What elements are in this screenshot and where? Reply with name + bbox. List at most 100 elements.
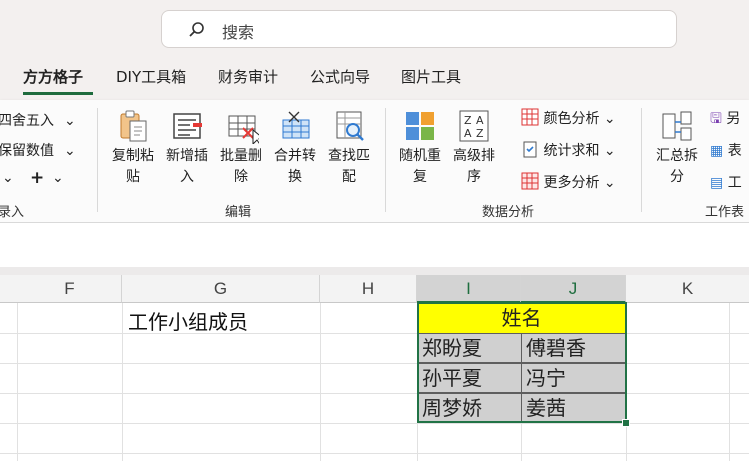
grid-line [0,423,749,424]
chevron-down-icon: ⌄ [599,175,616,191]
grid-line [17,303,18,461]
copy-paste-label: 复制粘 贴 [112,148,154,185]
grid-line [122,303,123,461]
table-icon: ▦ [710,143,724,159]
more-analysis-button[interactable]: 更多分析 ⌄ [521,172,616,192]
round-label: 四舍五入 [0,113,54,129]
group-label-input: 录入 [0,205,25,220]
column-header-g[interactable]: G [122,275,320,303]
column-header-k[interactable]: K [626,275,749,303]
cell-grid[interactable] [0,303,749,461]
color-grid-icon [521,108,539,126]
column-header-j[interactable]: J [521,275,626,303]
column-i-label: I [466,279,471,298]
batch-delete-button[interactable]: 批量删 除 [214,108,268,188]
stat-sum-label: 统计求和 [543,143,600,159]
advanced-sort-label: 高级排 序 [453,148,495,185]
grid-line [320,303,321,461]
sort-az-icon: Z A A Z [459,110,489,142]
random-repeat-label: 随机重 复 [399,148,441,185]
insert-label: 新增插 入 [166,148,208,185]
color-analysis-button[interactable]: 颜色分析 ⌄ [521,108,616,128]
delete-grid-icon [228,115,259,144]
split-icon [662,111,692,141]
tab-diy-toolbox[interactable]: DIY工具箱 [116,66,186,87]
column-j-label: J [568,279,578,298]
tools-icon: ▤ [710,175,724,191]
save-as-button[interactable]: 🖫 另 [710,108,740,132]
summary-split-button[interactable]: 汇总拆 分 [650,108,704,188]
keep-values-button[interactable]: 保留数值 ⌄ [0,140,76,160]
keep-values-label: 保留数值 [0,143,54,159]
merge-icon [282,111,310,139]
find-icon [336,111,364,141]
column-f-label: F [64,279,75,298]
group-label-data-analysis: 数据分析 [482,205,535,220]
chevron-down-icon: ⌄ [64,143,76,159]
svg-text:Z: Z [476,127,484,140]
sheet-gap [0,267,749,275]
column-g-label: G [213,279,228,298]
find-match-label: 查找匹 配 [328,148,370,185]
divider [385,108,386,212]
table-button[interactable]: ▦ 表 [710,140,742,160]
find-match-button[interactable]: 查找匹 配 [322,108,376,188]
svg-text:A: A [464,127,472,140]
merge-convert-label: 合并转 换 [274,148,316,185]
divider [641,108,642,212]
grid-line [0,453,749,454]
tools-button[interactable]: ▤ 工 [710,172,742,192]
stat-sum-button[interactable]: 统计求和 ⌄ [521,140,616,160]
save-as-label: 另 [726,111,741,127]
column-header-f[interactable]: F [0,275,122,303]
tab-finance-audit[interactable]: 财务审计 [218,66,278,87]
chevron-down-icon: ⌄ [64,113,76,129]
clipboard-check-icon [523,141,537,158]
plus-button[interactable]: + [30,168,44,188]
column-header-i[interactable]: I [417,275,521,303]
grid-line [0,363,749,364]
active-tab-indicator [23,92,93,95]
batch-delete-label: 批量删 除 [220,148,262,185]
cell-g-title[interactable]: 工作小组成员 [128,306,248,335]
search-placeholder: 搜索 [222,23,255,42]
grid-line [0,333,749,334]
insert-rows-icon [173,113,202,139]
selection-border [417,302,627,423]
more-grid-icon [521,172,539,190]
title-bar: 搜索 方方格子 DIY工具箱 财务审计 公式向导 图片工具 [0,0,749,100]
chevron-down-icon[interactable]: ⌄ [52,170,64,186]
search-box[interactable]: 搜索 [161,10,677,48]
search-icon [189,22,204,37]
group-label-edit: 编辑 [225,205,252,220]
more-analysis-label: 更多分析 [543,175,600,191]
random-repeat-icon [406,112,434,140]
divider [97,108,98,212]
svg-text:Z: Z [464,114,472,127]
chevron-down-icon: ⌄ [599,143,616,159]
tab-fangfang[interactable]: 方方格子 [23,66,83,87]
round-button[interactable]: 四舍五入 ⌄ [0,110,76,130]
group-label-worksheet: 工作表 [705,205,745,220]
advanced-sort-button[interactable]: Z A A Z 高级排 序 [447,108,501,188]
fill-handle[interactable] [622,419,630,427]
column-h-label: H [361,279,375,298]
column-k-label: K [681,279,694,298]
summary-split-label: 汇总拆 分 [656,148,698,185]
random-repeat-button[interactable]: 随机重 复 [393,108,447,188]
tools-label: 工 [727,175,742,191]
color-analysis-label: 颜色分析 [543,111,600,127]
tab-formula-wizard[interactable]: 公式向导 [310,66,370,87]
chevron-down-icon[interactable]: ⌄ [2,170,14,186]
merge-convert-button[interactable]: 合并转 换 [268,108,322,188]
column-header-h[interactable]: H [320,275,417,303]
tab-image-tools[interactable]: 图片工具 [401,66,461,87]
table-label: 表 [727,143,742,159]
insert-button[interactable]: 新增插 入 [160,108,214,188]
grid-line [729,303,730,461]
copy-paste-button[interactable]: 复制粘 贴 [106,108,160,188]
save-icon: 🖫 [710,111,722,127]
ribbon: 四舍五入 ⌄ 保留数值 ⌄ ⌄ + ⌄ 录入 复制粘 贴 新增插 入 批量删 除 [0,100,749,223]
chevron-down-icon: ⌄ [599,111,616,127]
grid-line [0,393,749,394]
